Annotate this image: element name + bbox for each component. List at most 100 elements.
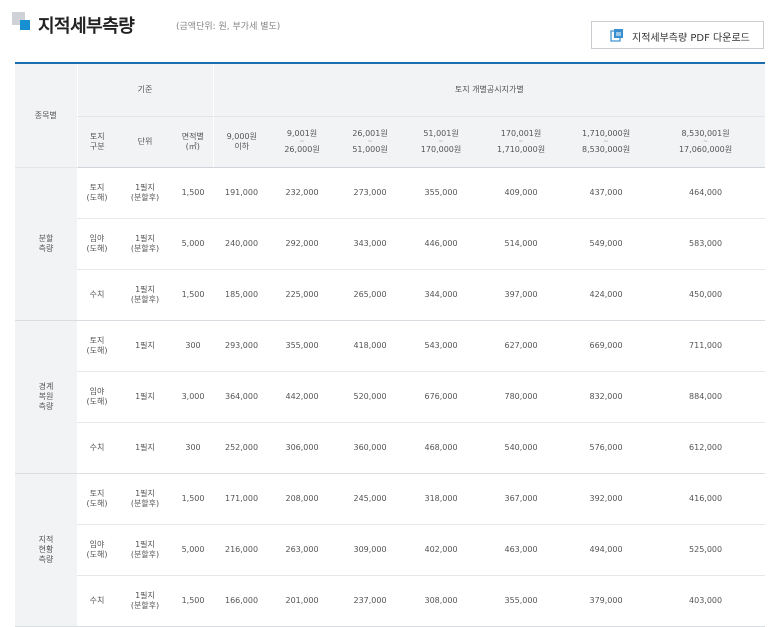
price-cell: 240,000 [213,218,271,270]
land-type-cell: 수치 [77,269,117,321]
table-row: 임야 (도해) 1필지 3,000 364,000 442,000 520,000 676,0… [15,371,766,423]
price-cell: 397,000 [476,269,567,321]
unit-header: 단위 [117,116,173,168]
price-cell: 355,000 [270,320,335,372]
price-cell: 442,000 [270,371,335,423]
land-type-line: 수치 [89,443,105,452]
price-band-to: 26,000원 [284,145,320,154]
survey-type-line: 현황 [38,545,54,554]
price-cell: 424,000 [566,269,647,321]
unit-line: (분할후) [130,244,160,253]
land-type-cell: 수치 [77,575,117,627]
unit-note: (금액단위: 원, 부가세 별도) [176,22,281,32]
document-download-icon [610,29,623,42]
price-cell: 367,000 [476,473,567,525]
area-cell: 5,000 [173,218,214,270]
land-type-line: 토지 [89,183,105,192]
price-band-to: 51,000원 [352,145,388,154]
unit-line: (분할후) [130,601,160,610]
unit-cell: 1필지 [117,371,173,423]
price-cell: 355,000 [406,167,477,219]
price-band-from: 26,001원 [352,129,388,138]
unit-cell: 1필지 (분할후) [117,218,173,270]
price-cell: 627,000 [476,320,567,372]
price-cell: 540,000 [476,422,567,474]
land-type-line: 임야 [89,387,105,396]
table-row: 수치 1필지 (분할후) 1,500 166,000 201,000 237,000 308,… [15,575,766,627]
land-type-line: 임야 [89,540,105,549]
area-cell: 1,500 [173,473,214,525]
price-cell: 245,000 [334,473,407,525]
price-band-header: 51,001원 ~170,000원 [406,116,477,168]
land-type-line: (도해) [86,499,108,508]
price-cell: 216,000 [213,524,271,576]
price-cell: 265,000 [334,269,407,321]
price-cell: 514,000 [476,218,567,270]
price-cell: 185,000 [213,269,271,321]
table-row: 임야 (도해) 1필지 (분할후) 5,000 216,000 263,000 309,000… [15,524,766,576]
price-band-header: 1,710,000원 ~8,530,000원 [566,116,647,168]
price-cell: 468,000 [406,422,477,474]
price-cell: 543,000 [406,320,477,372]
area-cell: 300 [173,320,214,372]
price-cell: 463,000 [476,524,567,576]
price-band-from: 1,710,000원 [581,129,631,138]
land-type-cell: 토지 (도해) [77,167,117,219]
unit-cell: 1필지 (분할후) [117,575,173,627]
price-cell: 832,000 [566,371,647,423]
land-type-header-line: 구분 [89,142,105,151]
title-bar: 지적세부측량 (금액단위: 원, 부가세 별도) 지적세부측량 PDF 다운로드 [0,0,773,60]
survey-type-cell: 분할 측량 [15,167,77,321]
unit-cell: 1필지 (분할후) [117,524,173,576]
price-cell: 676,000 [406,371,477,423]
unit-line: 1필지 [135,183,155,192]
price-cell: 464,000 [646,167,766,219]
unit-line: 1필지 [135,489,155,498]
unit-line: (분할후) [130,295,160,304]
price-band-header: 8,530,001원 ~17,060,000원 [646,116,766,168]
survey-type-line: 분할 [38,234,54,243]
land-type-line: 수치 [89,290,105,299]
land-type-cell: 토지 (도해) [77,473,117,525]
price-band-to: 17,060,000원 [678,145,733,154]
price-cell: 446,000 [406,218,477,270]
price-cell: 318,000 [406,473,477,525]
square-bullet-icon [12,12,34,34]
land-type-cell: 임야 (도해) [77,218,117,270]
land-type-line: (도해) [86,550,108,559]
price-cell: 344,000 [406,269,477,321]
price-band-header: 9,001원 ~26,000원 [270,116,335,168]
price-band-from: 9,001원 [286,129,318,138]
unit-line: 1필지 [135,443,155,452]
unit-line: 1필지 [135,234,155,243]
price-cell: 549,000 [566,218,647,270]
price-cell: 520,000 [334,371,407,423]
price-band-to: 1,710,000원 [496,145,546,154]
price-band-from: 9,000원 [226,132,257,141]
land-type-cell: 임야 (도해) [77,524,117,576]
price-cell: 437,000 [566,167,647,219]
price-cell: 669,000 [566,320,647,372]
price-cell: 402,000 [406,524,477,576]
survey-type-line: 복원 [38,392,54,401]
price-cell: 171,000 [213,473,271,525]
pdf-download-button[interactable]: 지적세부측량 PDF 다운로드 [591,21,764,49]
area-cell: 1,500 [173,575,214,627]
table-row: 수치 1필지 300 252,000 306,000 360,000 468,000 540,… [15,422,766,474]
survey-type-line: 측량 [38,244,54,253]
price-cell: 403,000 [646,575,766,627]
price-cell: 343,000 [334,218,407,270]
price-cell: 225,000 [270,269,335,321]
area-cell: 1,500 [173,167,214,219]
price-group-header: 토지 개별공시지가별 [212,63,766,117]
price-cell: 416,000 [646,473,766,525]
price-cell: 306,000 [270,422,335,474]
price-band-from: 51,001원 [423,129,459,138]
unit-cell: 1필지 [117,422,173,474]
price-cell: 201,000 [270,575,335,627]
price-cell: 884,000 [646,371,766,423]
fee-table: 종목별 기준 토지 개별공시지가별 토지 구분 단위 면적별 (㎡) 9,000… [15,62,766,627]
land-type-line: 수치 [89,596,105,605]
land-type-line: (도해) [86,346,108,355]
price-cell: 293,000 [213,320,271,372]
